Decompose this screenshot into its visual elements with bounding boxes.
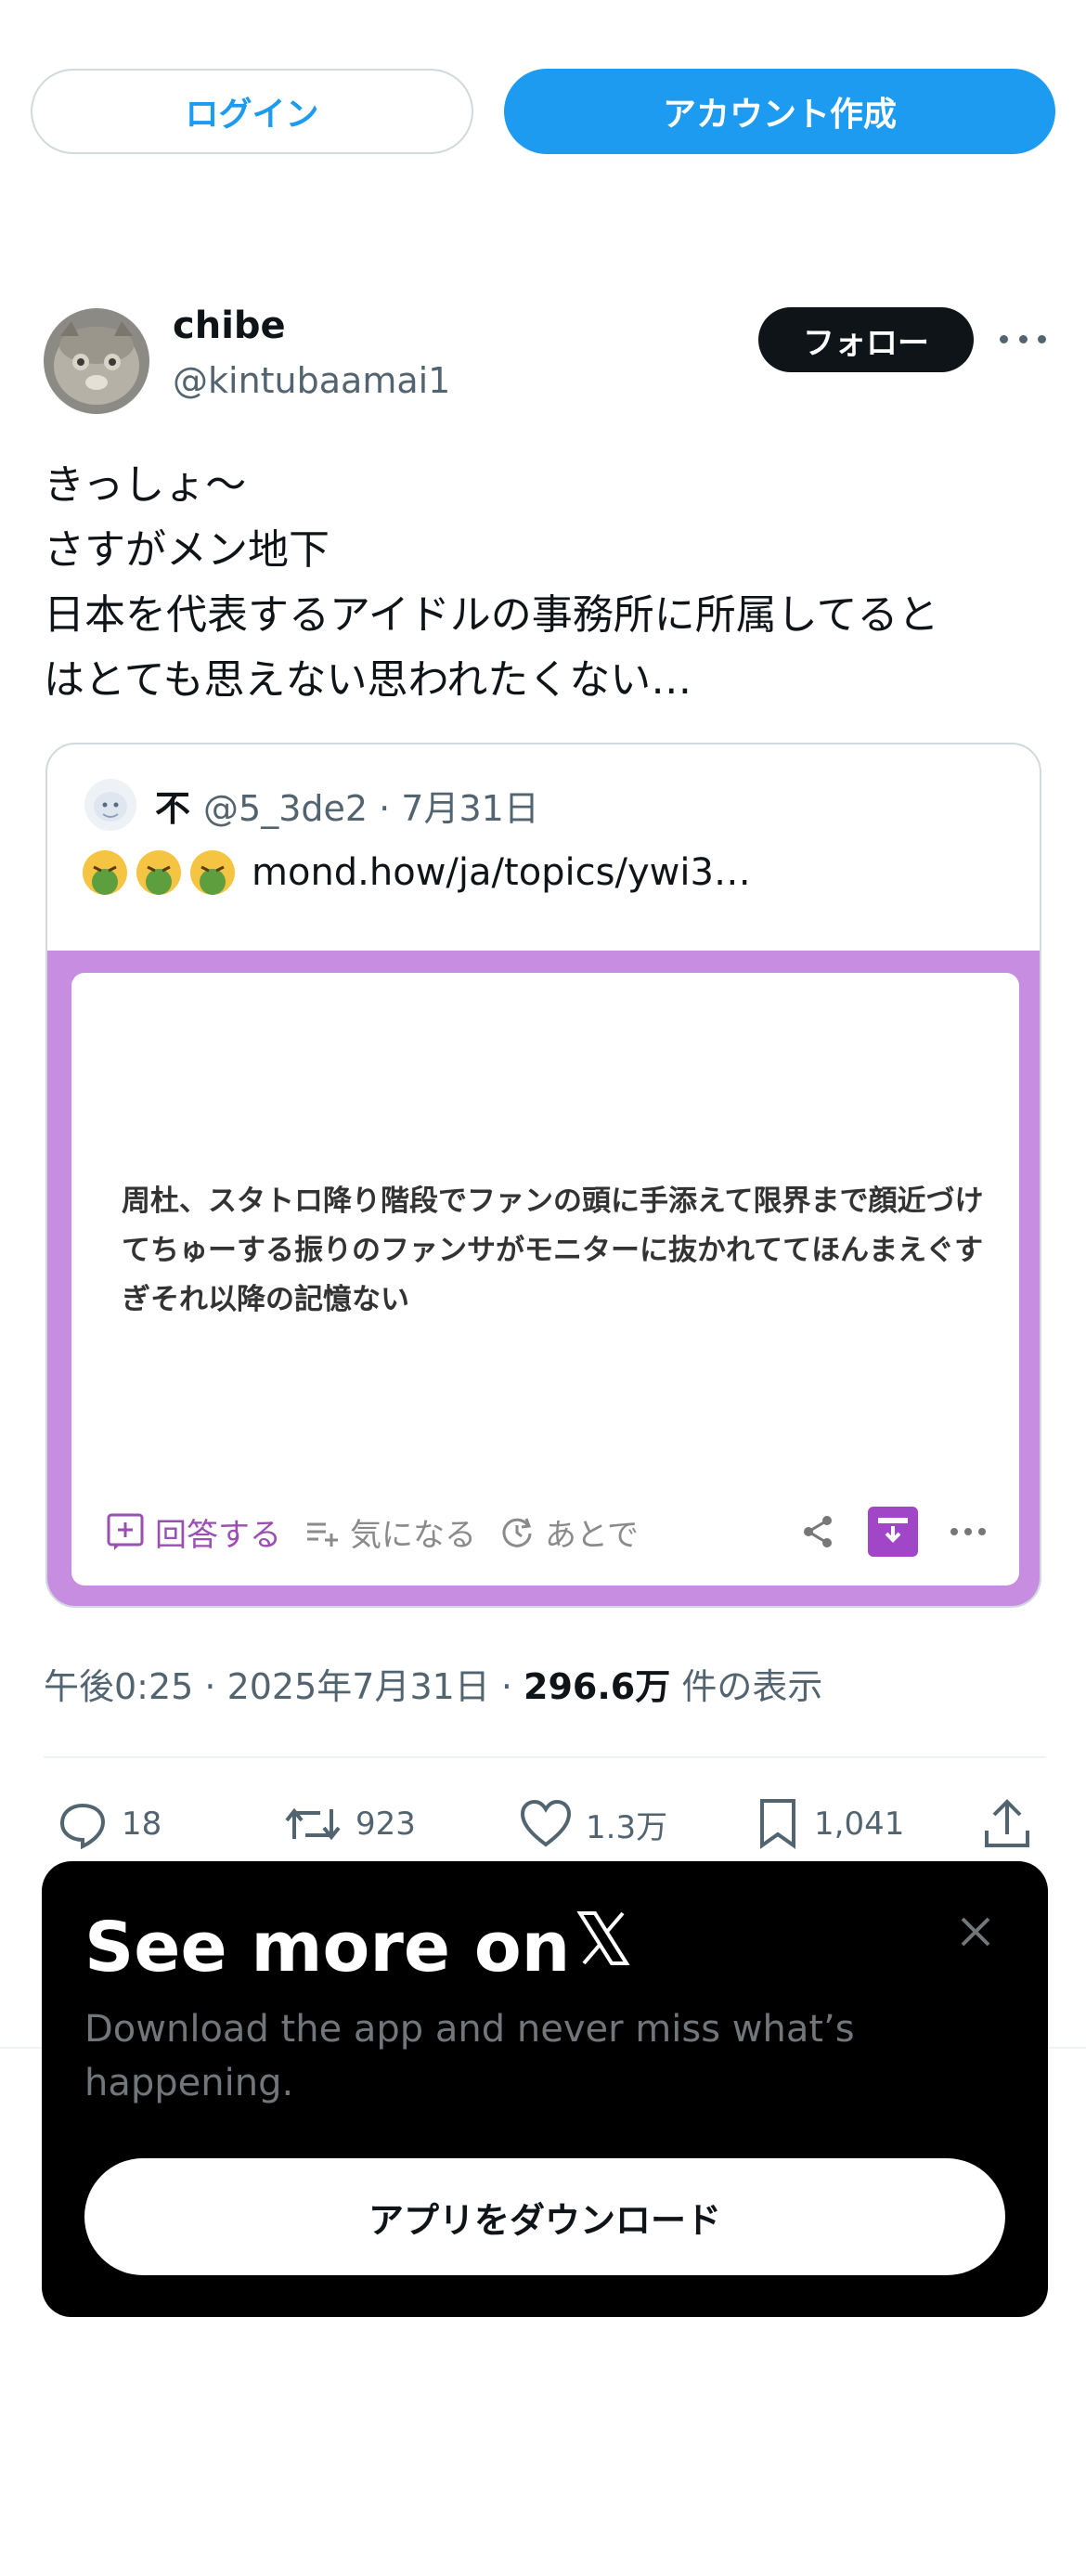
engagement-bar: 18 923 1.3万 1,041 <box>44 1793 1046 1855</box>
quoted-tweet[interactable]: 不 @5_3de2 · 7月31日 mond.how/ja/topics/ywi… <box>45 743 1041 1608</box>
like-button[interactable]: 1.3万 <box>519 1793 667 1855</box>
mond-card: 周杜、スタトロ降り階段でファンの頭に手添えて限界まで顔近づけてちゅーする振りのフ… <box>71 973 1019 1586</box>
nauseated-face-icon <box>136 850 181 895</box>
view-count-suffix: 件の表示 <box>670 1666 823 1707</box>
share-icon <box>804 1516 832 1547</box>
later-action: あとで <box>498 1509 639 1555</box>
download-app-button[interactable]: アプリをダウンロード <box>84 2158 1005 2275</box>
card-more-icon <box>950 1528 986 1535</box>
view-count: 296.6万 <box>524 1666 671 1707</box>
more-options-icon[interactable] <box>1000 323 1046 355</box>
quoted-author-name: 不 <box>155 787 191 829</box>
follow-button[interactable]: フォロー <box>758 307 974 372</box>
repost-button[interactable]: 923 <box>283 1793 416 1855</box>
bookmark-count: 1,041 <box>814 1806 905 1843</box>
repost-count: 923 <box>356 1806 416 1843</box>
share-upload-icon <box>985 1799 1029 1847</box>
quoted-avatar <box>84 779 136 831</box>
archive-icon <box>868 1507 918 1557</box>
timestamp-time[interactable]: 午後0:25 · 2025年7月31日 · <box>44 1666 524 1707</box>
quoted-link[interactable]: mond.how/ja/topics/ywi3… <box>252 851 751 894</box>
x-logo-icon <box>576 1911 630 1965</box>
promo-subtitle: Download the app and never miss what’s h… <box>84 2008 855 2104</box>
tweet-timestamp: 午後0:25 · 2025年7月31日 · 296.6万 件の表示 <box>44 1658 822 1709</box>
interested-action: 気になる <box>304 1509 476 1555</box>
author-handle[interactable]: @kintubaamai1 <box>173 360 450 401</box>
tweet-text: きっしょ〜 さすがメン地下 日本を代表するアイドルの事務所に所属してると はとて… <box>44 461 939 704</box>
repost-icon <box>285 1807 341 1841</box>
later-label: あとで <box>545 1516 639 1554</box>
answer-icon <box>107 1513 144 1550</box>
avatar[interactable] <box>44 308 149 414</box>
answer-label: 回答する <box>155 1516 281 1554</box>
tweet-author: chibe @kintubaamai1 フォロー <box>44 304 1046 416</box>
like-count: 1.3万 <box>586 1808 668 1846</box>
heart-icon <box>520 1799 572 1847</box>
playlist-add-icon <box>307 1522 338 1547</box>
close-icon[interactable] <box>953 1909 998 1954</box>
answer-action: 回答する <box>105 1509 281 1555</box>
reply-count: 18 <box>122 1806 162 1843</box>
share-button[interactable] <box>981 1793 1046 1855</box>
quoted-tweet-text: mond.how/ja/topics/ywi3… <box>81 848 751 897</box>
reply-icon <box>59 1803 106 1850</box>
interested-label: 気になる <box>350 1516 476 1554</box>
quoted-author-meta: @5_3de2 · 7月31日 <box>203 787 539 829</box>
signup-button[interactable]: アカウント作成 <box>504 69 1055 154</box>
promo-title: See more on <box>84 1908 571 1987</box>
auth-bar: ログイン アカウント作成 <box>31 69 1055 154</box>
nauseated-face-icon <box>190 850 235 895</box>
mond-card-actions: 回答する 気になる あとで <box>105 1504 987 1560</box>
login-button[interactable]: ログイン <box>31 69 473 154</box>
mond-card-text: 周杜、スタトロ降り階段でファンの頭に手添えて限界まで顔近づけてちゅーする振りのフ… <box>122 1184 984 1316</box>
app-promo-sheet: See more on Download the app and never m… <box>42 1861 1048 2317</box>
divider <box>44 1756 1046 1758</box>
reply-button[interactable]: 18 <box>57 1793 162 1855</box>
bookmark-icon <box>760 1799 795 1849</box>
author-name[interactable]: chibe <box>173 304 286 347</box>
nauseated-face-icon <box>83 850 127 895</box>
quoted-tweet-header: 不 @5_3de2 · 7月31日 <box>84 779 539 831</box>
bookmark-button[interactable]: 1,041 <box>755 1793 904 1855</box>
quoted-media-image[interactable]: 周杜、スタトロ降り階段でファンの頭に手添えて限界まで顔近づけてちゅーする振りのフ… <box>47 951 1040 1606</box>
later-icon <box>502 1518 532 1547</box>
